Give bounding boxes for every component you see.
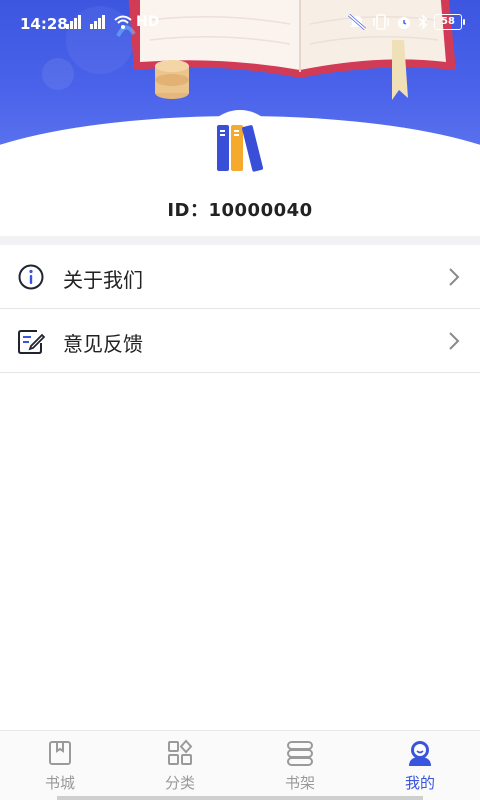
menu-item-about-us[interactable]: 关于我们 [0,245,480,309]
avatar[interactable] [202,110,278,186]
wifi-icon [114,15,132,29]
chevron-right-icon [449,332,460,350]
menu-item-label: 关于我们 [63,268,143,292]
tab-label: 分类 [164,774,195,792]
tab-bookshelf[interactable]: 书架 [240,731,360,800]
tab-label: 我的 [404,774,435,792]
status-left-icons: HD [66,14,159,30]
books-logo-icon [217,125,264,172]
status-right-icons: 58 [348,14,465,30]
vibrate-icon [373,14,389,30]
settings-menu: 关于我们 意见反馈 [0,245,480,373]
home-indicator [57,796,423,800]
tab-mine[interactable]: 我的 [360,731,480,800]
bookstore-icon [49,741,71,765]
bookshelf-icon [287,741,313,766]
tab-category[interactable]: 分类 [120,731,240,800]
feedback-edit-icon [18,330,45,354]
tab-label: 书城 [44,774,75,792]
bluetooth-icon [418,14,428,30]
alarm-icon [398,17,410,29]
menu-item-feedback[interactable]: 意见反馈 [0,309,480,373]
mute-icon [348,14,366,30]
profile-icon [409,741,431,766]
bottom-nav: 书城 分类 书架 我的 [0,730,480,800]
chevron-right-icon [449,268,460,286]
signal-icon [90,15,105,29]
network-label: HD [136,14,160,30]
status-time: 14:28 [20,15,68,33]
battery-icon: 58 [434,14,465,30]
category-icon [168,739,193,765]
status-bar: 14:28 HD 58 [0,0,480,46]
tab-bookstore[interactable]: 书城 [0,731,120,800]
section-divider [0,236,480,245]
user-id: ID：10000040 [167,200,313,221]
menu-item-label: 意见反馈 [63,332,143,356]
signal-icon [66,15,81,29]
info-icon [18,264,44,290]
tab-label: 书架 [284,774,315,792]
my-profile-screen: 14:28 HD 58 ID：10000040 关于我们 意见反馈 书城 分类 … [0,0,480,800]
